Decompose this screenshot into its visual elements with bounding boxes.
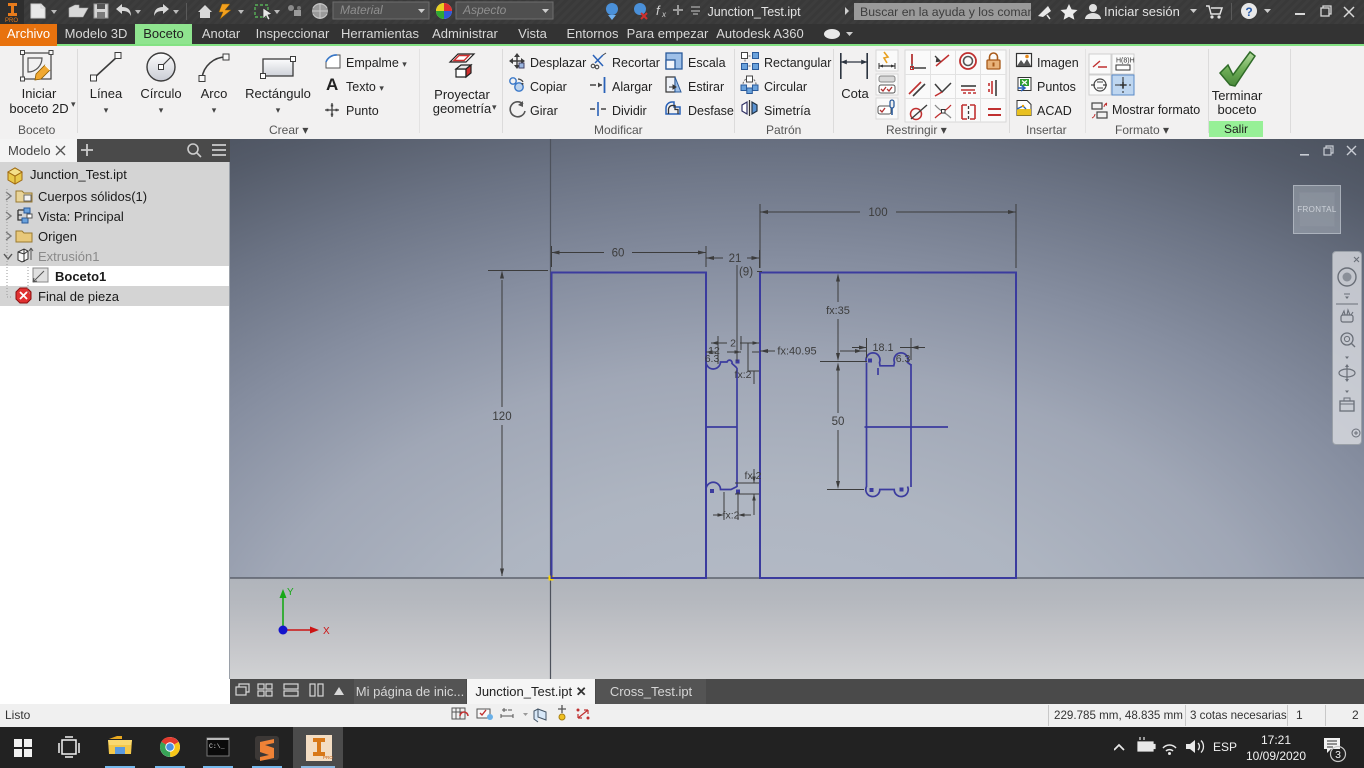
- svg-text:fx:2: fx:2: [723, 510, 740, 522]
- svg-text:17:21: 17:21: [1261, 733, 1291, 747]
- svg-text:18.1: 18.1: [872, 342, 893, 354]
- svg-text:fx:2: fx:2: [745, 470, 762, 482]
- svg-text:Buscar en la ayuda y los coman: Buscar en la ayuda y los comand: [860, 5, 1041, 19]
- svg-text:ESP: ESP: [1213, 740, 1237, 754]
- svg-text:(9): (9): [739, 267, 753, 279]
- svg-text:120: 120: [492, 411, 511, 423]
- svg-text:Aspecto: Aspecto: [462, 3, 507, 17]
- svg-text:Iniciar sesión: Iniciar sesión: [1104, 4, 1180, 19]
- svg-text:fx:35: fx:35: [826, 305, 850, 317]
- svg-text:fx:2: fx:2: [735, 369, 752, 381]
- svg-text:x: x: [661, 10, 667, 19]
- svg-text:Material: Material: [340, 3, 383, 17]
- svg-text:10/09/2020: 10/09/2020: [1246, 749, 1306, 763]
- svg-text:fx:40.95: fx:40.95: [777, 346, 816, 358]
- svg-text:21: 21: [729, 253, 742, 265]
- svg-text:60: 60: [612, 248, 625, 260]
- svg-text:3: 3: [1335, 749, 1341, 761]
- svg-text:A: A: [326, 75, 338, 94]
- svg-text:Junction_Test.ipt: Junction_Test.ipt: [707, 5, 801, 19]
- svg-text:?: ?: [1245, 5, 1252, 19]
- svg-text:C:\_: C:\_: [209, 743, 225, 750]
- svg-text:2: 2: [730, 338, 736, 350]
- svg-text:6.3: 6.3: [896, 353, 911, 365]
- svg-text:6.3: 6.3: [705, 353, 720, 365]
- svg-text:50: 50: [832, 416, 845, 428]
- svg-text:X: X: [323, 626, 330, 637]
- svg-text:Y: Y: [287, 587, 294, 598]
- svg-text:H(8)H: H(8)H: [1116, 58, 1135, 65]
- svg-text:100: 100: [868, 207, 887, 219]
- svg-text:f: f: [656, 3, 661, 18]
- svg-text:PRO: PRO: [323, 755, 333, 760]
